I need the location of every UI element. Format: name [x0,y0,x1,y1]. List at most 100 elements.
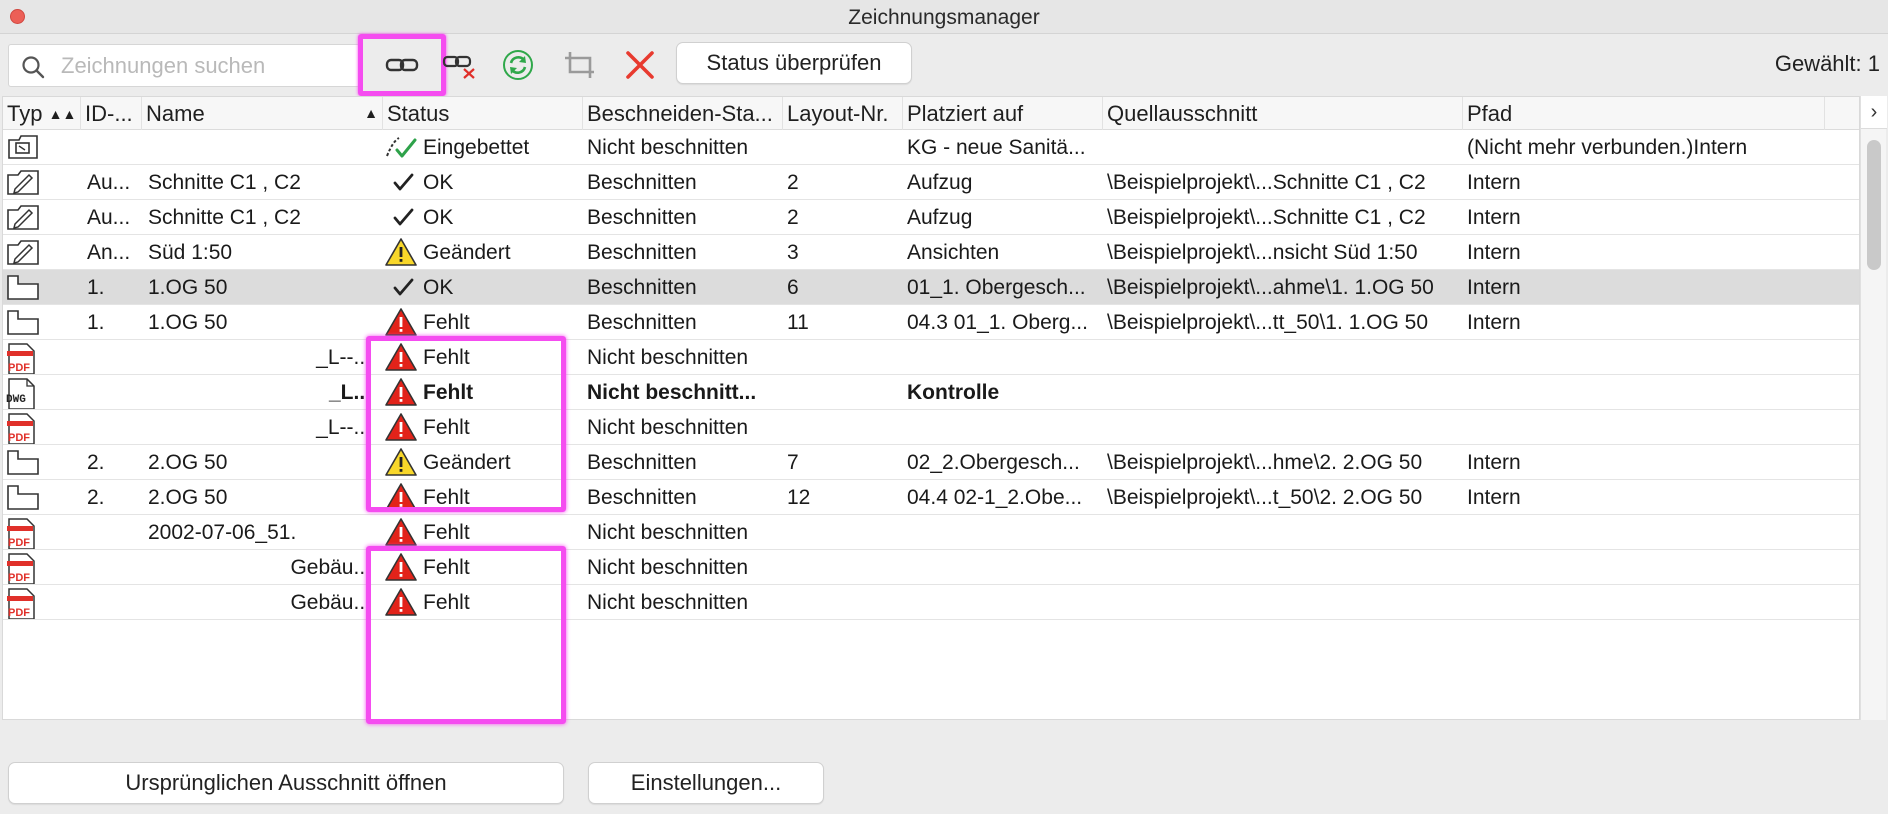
unlink-button[interactable] [438,45,482,85]
row-path [1467,340,1827,375]
embedded-check-icon [385,132,417,162]
row-layout-no: 2 [787,171,799,194]
row-name: 2002-07-06_51. [148,521,297,544]
refresh-button[interactable] [496,45,540,85]
table-row[interactable]: 2. 2.OG 50 Geändert Beschnitten 7 02_2.Oberge… [3,445,1859,480]
search-input[interactable] [61,51,351,81]
row-status: Fehlt [423,346,470,369]
row-placed-on [907,585,1099,620]
vertical-scrollbar[interactable]: › [1860,96,1887,720]
column-header-layout-no[interactable]: Layout-Nr. [783,97,903,130]
row-id: Au... [87,171,131,194]
row-id [87,515,139,550]
open-original-view-button[interactable]: Ursprünglichen Ausschnitt öffnen [8,762,564,804]
table-row[interactable]: DWG _L... Fehlt Nicht beschnitt... Kontrolle [3,375,1859,410]
table-row[interactable]: PDF 2002-07-06_51. Fehlt Nicht beschnitten [3,515,1859,550]
check-status-button[interactable]: Status überprüfen [676,42,912,84]
column-header-crop-status[interactable]: Beschneiden-Sta... [583,97,783,130]
row-crop-status: Beschnitten [587,276,697,299]
row-name: 2.OG 50 [148,451,228,474]
unlink-icon [442,55,475,79]
sort-arrow-icon: ▲ [364,105,378,121]
row-placed-on [907,340,1099,375]
row-layout-no [787,550,899,585]
row-layout-no [787,340,899,375]
plan-drawing-icon [5,272,45,304]
warning-red-icon [385,307,417,337]
row-name: 1.OG 50 [148,311,228,334]
row-placed-on: 02_2.Obergesch... [907,451,1080,474]
row-status: Fehlt [423,311,470,334]
row-path: Intern [1467,276,1521,299]
row-placed-on: 04.3 01_1. Oberg... [907,311,1088,334]
table-row[interactable]: PDF Gebäu... Fehlt Nicht beschnitten [3,585,1859,620]
row-id [87,375,139,410]
table-row[interactable]: PDF Gebäu... Fehlt Nicht beschnitten [3,550,1859,585]
delete-button[interactable] [618,45,662,85]
row-status: Fehlt [423,486,470,509]
row-source-view [1107,515,1459,550]
row-name: Süd 1:50 [148,241,233,264]
table-row[interactable]: Eingebettet Nicht beschnitten KG - neue Sa… [3,130,1859,165]
table-row[interactable]: 2. 2.OG 50 Fehlt Beschnitten 12 04.4 02-1_2.O… [3,480,1859,515]
pdf-file-icon: PDF [5,517,45,549]
row-source-view: \Beispielprojekt\...Schnitte C1 , C2 [1107,206,1426,229]
column-header-source-view[interactable]: Quellausschnitt [1103,97,1463,130]
checkmark-icon [385,167,417,197]
row-id: 2. [87,451,105,474]
plan-drawing-icon [5,447,45,479]
plan-drawing-icon [5,307,45,339]
row-placed-on [907,410,1099,445]
column-header-name[interactable]: Name ▲ [142,97,383,130]
scrollbar-thumb[interactable] [1867,140,1881,270]
scroll-right-arrow-icon[interactable]: › [1861,96,1887,129]
column-header-path[interactable]: Pfad [1463,97,1825,130]
drawing-icon [5,167,45,199]
row-layout-no: 6 [787,276,799,299]
row-status: Fehlt [423,521,470,544]
row-crop-status: Nicht beschnitten [587,136,749,159]
row-name: _L--... [316,346,371,369]
table-row[interactable]: Au... Schnitte C1 , C2 OK Beschnitten 2 Aufzu… [3,165,1859,200]
crop-button[interactable] [558,45,602,85]
search-icon [22,56,45,79]
search-box[interactable] [8,44,360,87]
table-row[interactable]: 1. 1.OG 50 OK Beschnitten 6 01_1. Obergesch..… [3,270,1859,305]
svg-text:PDF: PDF [8,432,30,444]
row-crop-status: Nicht beschnitten [587,591,749,614]
table-row[interactable]: PDF _L--... Fehlt Nicht beschnitten [3,340,1859,375]
row-status: Fehlt [423,591,470,614]
row-source-view: \Beispielprojekt\...nsicht Süd 1:50 [1107,241,1418,264]
settings-button[interactable]: Einstellungen... [588,762,824,804]
row-status: OK [423,171,454,194]
column-header-placed-on[interactable]: Platziert auf [903,97,1103,130]
link-button[interactable] [358,34,446,96]
table-row[interactable]: 1. 1.OG 50 Fehlt Beschnitten 11 04.3 01_1. Ob… [3,305,1859,340]
row-id [87,130,139,165]
row-name: _L--... [316,416,371,439]
row-path: (Nicht mehr verbunden.)Intern [1467,136,1748,159]
table-row[interactable]: An... Süd 1:50 Geändert Beschnitten 3 Ansicht… [3,235,1859,270]
refresh-icon [503,50,533,80]
row-placed-on: KG - neue Sanitä... [907,136,1086,159]
plan-drawing-icon [5,482,45,514]
row-id: 2. [87,486,105,509]
warning-red-icon [385,517,417,547]
row-crop-status: Nicht beschnitten [587,346,749,369]
row-layout-no [787,585,899,620]
pdf-file-icon: PDF [5,552,45,584]
svg-text:PDF: PDF [8,607,30,619]
row-source-view [1107,375,1459,410]
row-status: Eingebettet [423,136,530,159]
row-id: 1. [87,311,105,334]
row-source-view: \Beispielprojekt\...t_50\2. 2.OG 50 [1107,486,1423,509]
table-row[interactable]: PDF _L--... Fehlt Nicht beschnitten [3,410,1859,445]
pdf-file-icon: PDF [5,342,45,374]
crop-icon [565,52,594,78]
column-header-id[interactable]: ID-... [81,97,142,130]
row-placed-on [907,550,1099,585]
table-row[interactable]: Au... Schnitte C1 , C2 OK Beschnitten 2 Aufzu… [3,200,1859,235]
column-header-status[interactable]: Status [383,97,583,130]
warning-red-icon [385,587,417,617]
column-header-type[interactable]: Typ ▲▲ [3,97,81,130]
